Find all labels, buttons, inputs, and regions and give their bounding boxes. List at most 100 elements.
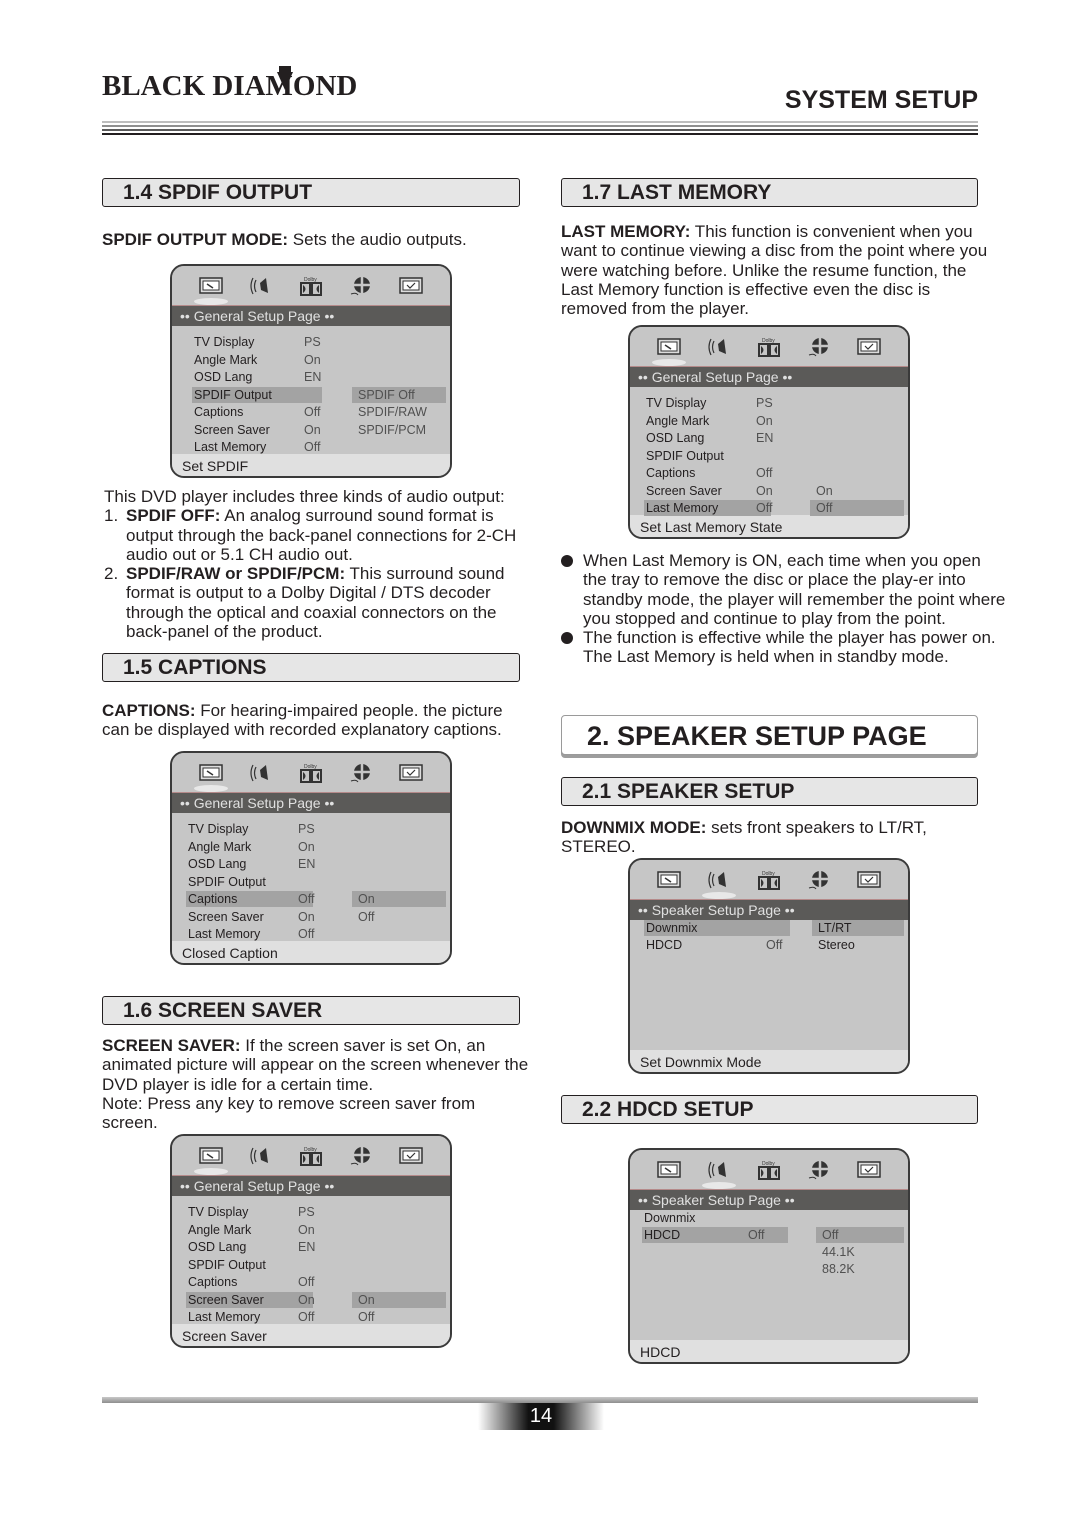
- video-setup-icon[interactable]: [806, 869, 832, 891]
- osd-menu-item[interactable]: TV Display PS: [188, 821, 338, 837]
- osd-item-label: SPDIF Output: [188, 1257, 266, 1272]
- general-setup-icon[interactable]: [194, 275, 228, 305]
- heading-spdif-output: 1.4 SPDIF OUTPUT: [102, 178, 520, 207]
- osd-menu-item[interactable]: Downmix: [646, 920, 796, 936]
- bullet-item: The function is effective while the play…: [561, 628, 1009, 667]
- speaker-setup-icon[interactable]: [248, 1145, 274, 1167]
- preference-icon[interactable]: [856, 869, 882, 891]
- osd-option[interactable]: Off: [352, 909, 374, 925]
- osd-item-value: On: [304, 352, 321, 367]
- osd-menu-item[interactable]: OSD Lang EN: [188, 856, 338, 872]
- osd-menu-item[interactable]: TV Display PS: [188, 1204, 338, 1220]
- osd-option[interactable]: SPDIF/PCM: [352, 422, 426, 438]
- osd-option[interactable]: Off: [816, 1227, 838, 1243]
- preference-icon[interactable]: [398, 1145, 424, 1167]
- general-setup-icon[interactable]: [652, 336, 686, 366]
- osd-menu-item[interactable]: Last Memory Off: [188, 926, 338, 942]
- spdif-intro-text: Sets the audio outputs.: [288, 230, 467, 249]
- video-setup-icon[interactable]: [348, 275, 374, 297]
- osd-menu-item[interactable]: Captions Off: [188, 891, 338, 907]
- osd-option[interactable]: 44.1K: [816, 1244, 855, 1260]
- osd-item-label: HDCD: [644, 1228, 681, 1242]
- screen-saver-note: Note: Press any key to remove screen sav…: [102, 1093, 476, 1133]
- osd-menu-item[interactable]: Last Memory Off: [646, 500, 796, 516]
- dolby-icon[interactable]: Dolby: [298, 1145, 324, 1167]
- osd-menu-item[interactable]: SPDIF Output: [646, 448, 796, 464]
- osd-item-value: Off: [298, 892, 315, 906]
- osd-menu-item[interactable]: HDCD Off: [644, 1227, 794, 1243]
- osd-menu-item[interactable]: Last Memory Off: [194, 439, 344, 455]
- osd-menu-item[interactable]: SPDIF Output: [188, 1257, 338, 1273]
- osd-option[interactable]: On: [352, 891, 375, 907]
- speaker-setup-icon[interactable]: [248, 275, 274, 297]
- dolby-icon[interactable]: Dolby: [298, 762, 324, 784]
- osd-option[interactable]: SPDIF/RAW: [352, 404, 427, 420]
- osd-option[interactable]: Off: [810, 500, 832, 516]
- osd-page-title: •• General Setup Page ••: [172, 306, 450, 326]
- osd-option[interactable]: SPDIF Off: [352, 387, 415, 403]
- dolby-icon[interactable]: Dolby: [756, 336, 782, 358]
- video-setup-icon[interactable]: [806, 1159, 832, 1181]
- video-setup-icon[interactable]: [806, 336, 832, 358]
- osd-option[interactable]: Stereo: [812, 937, 855, 953]
- osd-menu-item[interactable]: Screen Saver On: [188, 909, 338, 925]
- osd-menu-item[interactable]: Screen Saver On: [194, 422, 344, 438]
- video-setup-icon[interactable]: [348, 762, 374, 784]
- preference-icon[interactable]: [856, 336, 882, 358]
- preference-icon[interactable]: [398, 762, 424, 784]
- osd-menu-item[interactable]: SPDIF Output: [194, 387, 344, 403]
- osd-menu-item[interactable]: Angle Mark On: [188, 1222, 338, 1238]
- osd-menu-item[interactable]: Downmix: [644, 1210, 794, 1226]
- osd-menu-item[interactable]: Captions Off: [194, 404, 344, 420]
- osd-option[interactable]: On: [352, 1292, 375, 1308]
- osd-menu-item[interactable]: OSD Lang EN: [194, 369, 344, 385]
- general-setup-icon[interactable]: [656, 869, 682, 891]
- speaker-setup-icon[interactable]: [702, 1159, 736, 1189]
- osd-menu-item[interactable]: HDCD Off: [646, 937, 796, 953]
- speaker-setup-icon[interactable]: [248, 762, 274, 784]
- osd-menu-item[interactable]: Captions Off: [188, 1274, 338, 1290]
- osd-option[interactable]: Off: [352, 1309, 374, 1325]
- osd-menu-item[interactable]: Last Memory Off: [188, 1309, 338, 1325]
- general-setup-icon[interactable]: [194, 1145, 228, 1175]
- header-divider: [102, 121, 978, 135]
- dolby-icon[interactable]: Dolby: [756, 1159, 782, 1181]
- osd-menu-item[interactable]: TV Display PS: [194, 334, 344, 350]
- osd-item-label: Last Memory: [194, 440, 267, 454]
- osd-item-value: Off: [748, 1228, 765, 1242]
- osd-item-label: Captions: [194, 405, 244, 419]
- osd-item-value: Off: [766, 938, 783, 952]
- osd-menu-item[interactable]: Screen Saver On: [646, 483, 796, 499]
- preference-icon[interactable]: [856, 1159, 882, 1181]
- osd-screen-hdcd: Dolby •• Speaker Setup Page •• Downmix HDCD…: [628, 1148, 910, 1364]
- heading-last-memory: 1.7 LAST MEMORY: [561, 178, 978, 207]
- osd-item-value: Off: [298, 1310, 315, 1324]
- osd-menu-item[interactable]: OSD Lang EN: [646, 430, 796, 446]
- osd-screen-screen-saver: Dolby •• General Setup Page •• TV Display P…: [170, 1134, 452, 1348]
- osd-option[interactable]: On: [810, 483, 833, 499]
- dolby-icon[interactable]: Dolby: [298, 275, 324, 297]
- osd-item-value: PS: [298, 822, 315, 836]
- osd-item-label: Last Memory: [646, 501, 719, 515]
- speaker-setup-icon[interactable]: [706, 336, 732, 358]
- osd-menu-body: TV Display PS Angle Mark On OSD Lang EN SPDIF …: [172, 813, 450, 941]
- osd-item-value: EN: [298, 1240, 316, 1254]
- osd-menu-item[interactable]: Captions Off: [646, 465, 796, 481]
- osd-status-bar: Closed Caption: [172, 941, 450, 963]
- osd-option[interactable]: LT/RT: [812, 920, 852, 936]
- spdif-list-item: 2. SPDIF/RAW or SPDIF/PCM: This surround…: [104, 564, 505, 642]
- osd-menu-item[interactable]: Angle Mark On: [188, 839, 338, 855]
- osd-menu-item[interactable]: Angle Mark On: [646, 413, 796, 429]
- general-setup-icon[interactable]: [194, 762, 228, 792]
- dolby-icon[interactable]: Dolby: [756, 869, 782, 891]
- osd-menu-item[interactable]: Angle Mark On: [194, 352, 344, 368]
- video-setup-icon[interactable]: [348, 1145, 374, 1167]
- preference-icon[interactable]: [398, 275, 424, 297]
- osd-menu-item[interactable]: TV Display PS: [646, 395, 796, 411]
- osd-menu-item[interactable]: OSD Lang EN: [188, 1239, 338, 1255]
- osd-menu-item[interactable]: Screen Saver On: [188, 1292, 338, 1308]
- osd-menu-item[interactable]: SPDIF Output: [188, 874, 338, 890]
- osd-option[interactable]: 88.2K: [816, 1261, 855, 1277]
- general-setup-icon[interactable]: [656, 1159, 682, 1181]
- speaker-setup-icon[interactable]: [702, 869, 736, 899]
